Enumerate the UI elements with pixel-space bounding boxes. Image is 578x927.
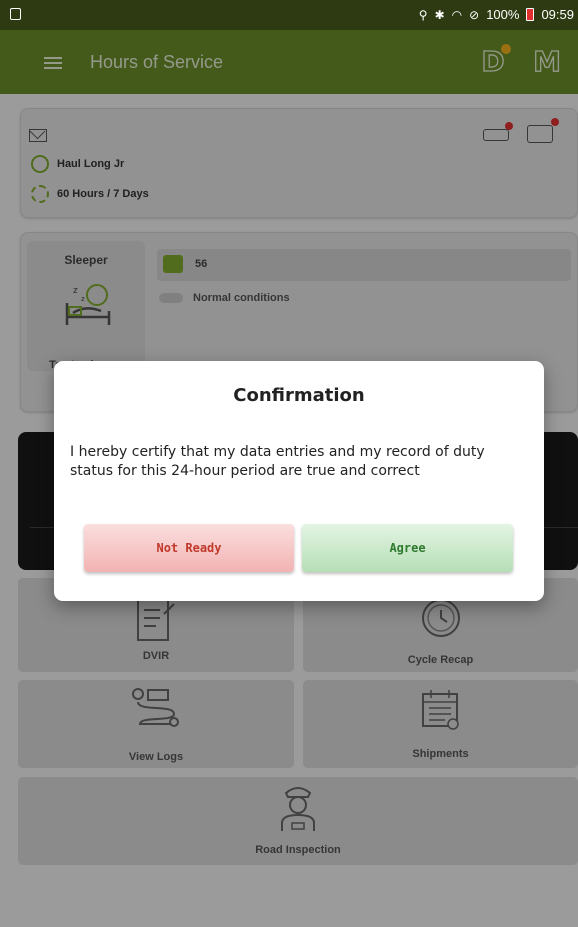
location-icon: ⚲ xyxy=(418,7,428,22)
battery-percent: 100% xyxy=(486,7,520,22)
notification-icon xyxy=(10,8,21,20)
battery-icon xyxy=(526,8,535,21)
no-sim-icon: ⊘ xyxy=(469,7,480,22)
status-bar: ⚲ ✱ ◠ ⊘ 100% 09:59 xyxy=(0,0,578,30)
wifi-icon: ◠ xyxy=(451,7,463,22)
status-icons: ⚲ ✱ ◠ ⊘ 100% 09:59 xyxy=(419,7,574,22)
agree-button[interactable]: Agree xyxy=(302,524,513,572)
clock: 09:59 xyxy=(541,7,574,22)
certification-message: I hereby certify that my data entries an… xyxy=(70,444,485,479)
not-ready-button[interactable]: Not Ready xyxy=(84,524,294,572)
app-screen: ⚲ ✱ ◠ ⊘ 100% 09:59 Hours of Service D M … xyxy=(0,0,578,927)
dialog-title: Confirmation xyxy=(233,385,365,406)
bluetooth-icon: ✱ xyxy=(434,7,445,22)
confirmation-dialog: Confirmation I hereby certify that my da… xyxy=(54,361,544,601)
